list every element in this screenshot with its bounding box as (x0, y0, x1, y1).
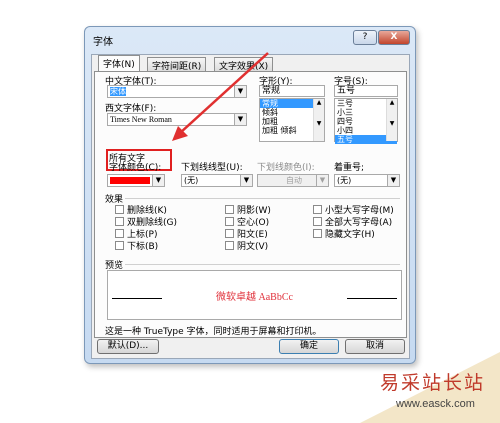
watermark-decoration (360, 352, 500, 423)
watermark-title: 易采站长站 (380, 372, 486, 394)
watermark-url: www.easck.com (396, 398, 475, 410)
